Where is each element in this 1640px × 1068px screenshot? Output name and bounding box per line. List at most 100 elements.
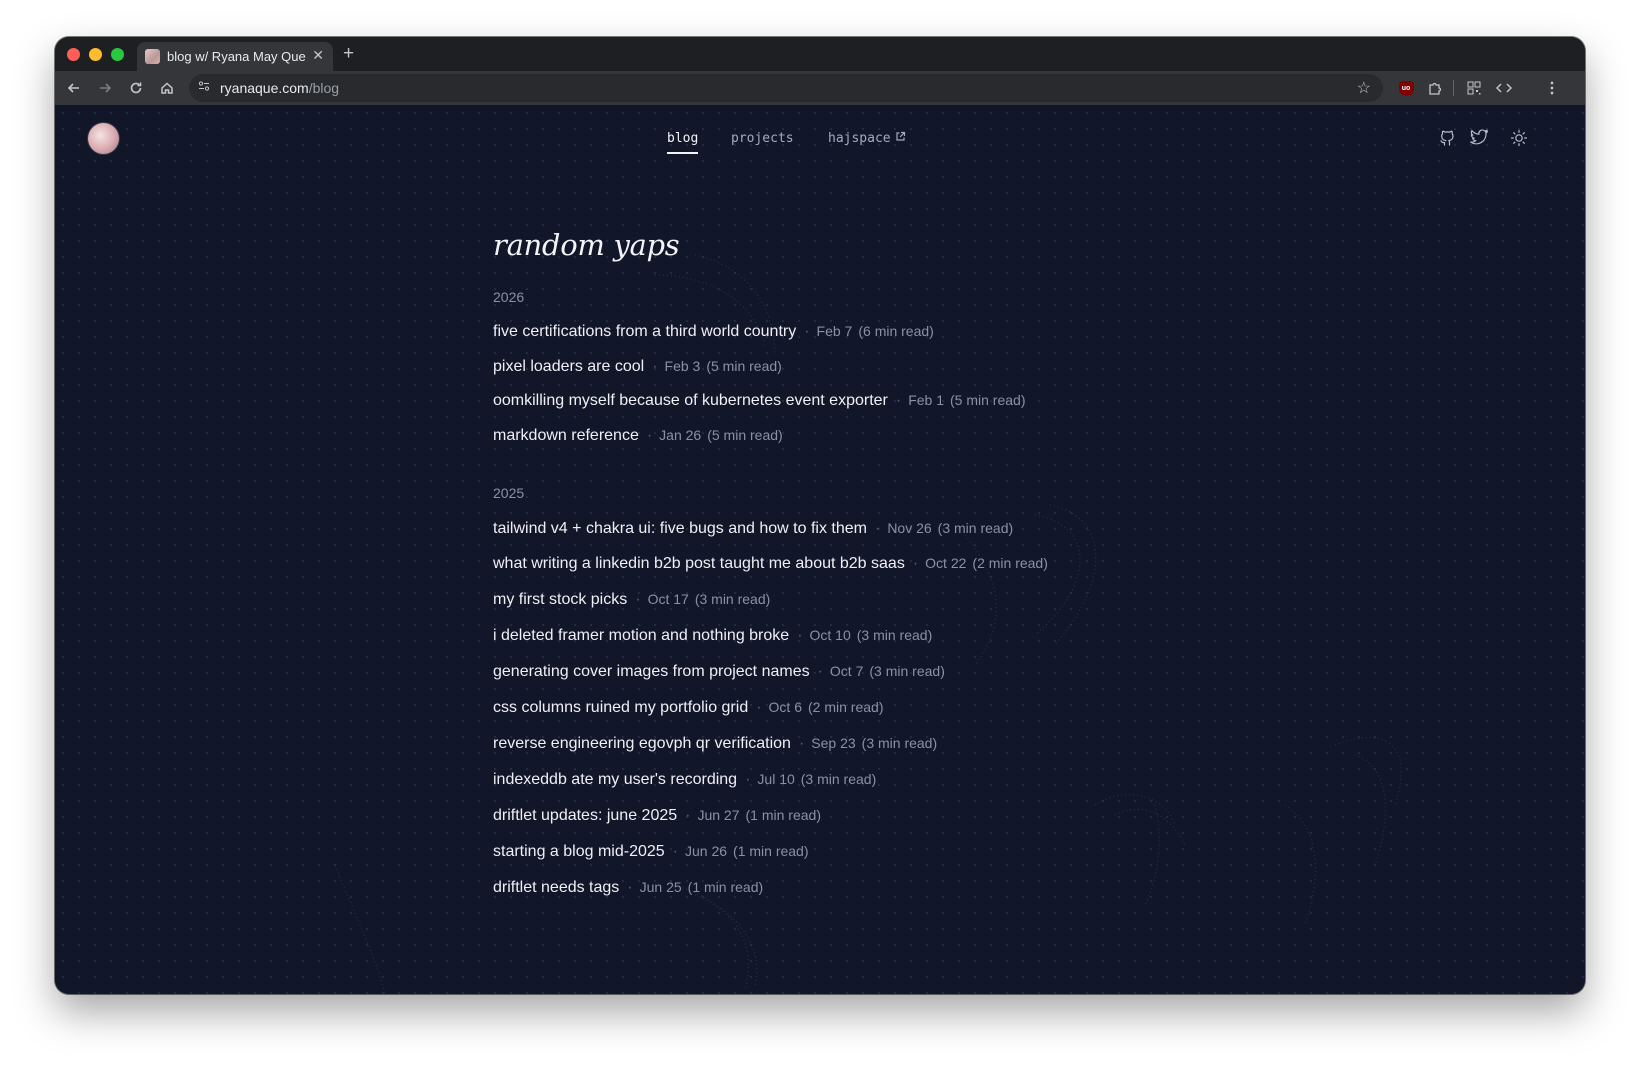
separator-dot: · xyxy=(912,555,919,572)
post-item[interactable]: pixel loaders are cool · Feb 3 (5 min read) xyxy=(493,356,782,377)
post-item[interactable]: starting a blog mid-2025 · Jun 26 (1 min re… xyxy=(493,841,809,862)
maximize-window-button[interactable] xyxy=(111,48,124,61)
forward-icon[interactable] xyxy=(92,71,118,105)
post-item[interactable]: css columns ruined my portfolio grid · Oct… xyxy=(493,697,883,718)
url-text: ryanaque.com/blog xyxy=(220,80,339,96)
page-viewport: blog projects hajspace random yaps 2026 … xyxy=(55,105,1585,994)
browser-toolbar: ryanaque.com/blog ☆ uo xyxy=(55,71,1585,105)
post-title[interactable]: tailwind v4 + chakra ui: five bugs and h… xyxy=(493,520,867,537)
browser-tab-active[interactable]: blog w/ Ryana May Que ✕ xyxy=(137,42,333,71)
url-host: ryanaque.com xyxy=(220,80,309,96)
post-read-time: (5 min read) xyxy=(707,427,783,443)
separator-dot: · xyxy=(756,699,762,716)
url-path: /blog xyxy=(308,80,340,96)
post-item[interactable]: what writing a linkedin b2b post taught … xyxy=(493,553,1048,574)
post-title[interactable]: driftlet updates: june 2025 xyxy=(493,807,677,824)
avatar[interactable] xyxy=(88,123,119,154)
nav-hajspace-label: hajspace xyxy=(828,131,891,146)
post-item[interactable]: my first stock picks · Oct 17 (3 min read) xyxy=(493,589,770,610)
nav-projects[interactable]: projects xyxy=(731,131,794,146)
post-title[interactable]: starting a blog mid-2025 xyxy=(493,843,665,860)
post-read-time: (5 min read) xyxy=(950,392,1026,408)
bookmark-star-icon[interactable]: ☆ xyxy=(1357,78,1371,98)
post-item[interactable]: five certifications from a third world c… xyxy=(493,321,934,342)
post-date: Jun 25 xyxy=(639,879,682,895)
post-read-time: (3 min read) xyxy=(694,591,771,607)
post-title[interactable]: generating cover images from project nam… xyxy=(493,663,810,680)
separator-dot: · xyxy=(652,358,658,375)
post-read-time: (3 min read) xyxy=(861,735,938,751)
post-item[interactable]: driftlet needs tags · Jun 25 (1 min read) xyxy=(493,877,763,898)
post-date: Jan 26 xyxy=(659,427,702,443)
browser-window: blog w/ Ryana May Que ✕ + ryanaque.com/b… xyxy=(55,37,1585,994)
post-title[interactable]: my first stock picks xyxy=(493,591,627,608)
address-bar[interactable]: ryanaque.com/blog ☆ xyxy=(189,74,1383,102)
post-item[interactable]: reverse engineering egovph qr verificati… xyxy=(493,733,937,754)
separator-dot: · xyxy=(635,591,641,608)
github-icon[interactable] xyxy=(1438,129,1458,149)
separator-dot: · xyxy=(646,427,653,444)
post-read-time: (2 min read) xyxy=(972,555,1048,571)
post-item[interactable]: markdown reference · Jan 26 (5 min read) xyxy=(493,425,783,446)
close-window-button[interactable] xyxy=(67,48,80,61)
post-title[interactable]: oomkilling myself because of kubernetes … xyxy=(493,392,888,409)
post-read-time: (2 min read) xyxy=(808,699,884,715)
nav-blog-label: blog xyxy=(667,131,699,146)
post-title[interactable]: five certifications from a third world c… xyxy=(493,323,796,340)
separator-dot: · xyxy=(672,843,678,860)
twitter-icon[interactable] xyxy=(1470,129,1490,149)
post-date: Feb 7 xyxy=(816,323,853,339)
qr-code-icon[interactable] xyxy=(1461,71,1487,105)
post-read-time: (6 min read) xyxy=(858,323,934,339)
nav-blog[interactable]: blog xyxy=(667,131,699,154)
separator-dot: · xyxy=(804,323,810,340)
nav-hajspace[interactable]: hajspace xyxy=(828,131,906,146)
nav-projects-label: projects xyxy=(731,131,794,146)
year-heading-2025: 2025 xyxy=(493,485,525,501)
post-date: Sep 23 xyxy=(811,735,856,751)
separator-dot: · xyxy=(895,392,902,409)
post-date: Jul 10 xyxy=(757,771,795,787)
post-item[interactable]: driftlet updates: june 2025 · Jun 27 (1 min… xyxy=(493,805,821,826)
post-title[interactable]: what writing a linkedin b2b post taught … xyxy=(493,555,905,572)
menu-icon[interactable] xyxy=(1539,71,1565,105)
post-title[interactable]: markdown reference xyxy=(493,427,639,444)
post-title[interactable]: i deleted framer motion and nothing brok… xyxy=(493,627,789,644)
page-title: random yaps xyxy=(493,228,680,262)
post-item[interactable]: indexeddb ate my user's recording · Jul 10… xyxy=(493,769,876,790)
post-item[interactable]: i deleted framer motion and nothing brok… xyxy=(493,625,932,646)
devtools-icon[interactable] xyxy=(1491,71,1517,105)
external-link-icon xyxy=(895,131,906,145)
theme-toggle-sun-icon[interactable] xyxy=(1510,129,1530,149)
home-icon[interactable] xyxy=(154,71,180,105)
post-date: Jun 27 xyxy=(697,807,740,823)
minimize-window-button[interactable] xyxy=(89,48,102,61)
post-item[interactable]: generating cover images from project nam… xyxy=(493,661,945,682)
post-read-time: (3 min read) xyxy=(800,771,877,787)
separator-dot: · xyxy=(627,879,633,896)
site-info-icon[interactable] xyxy=(198,80,210,95)
post-date: Jun 26 xyxy=(684,843,728,859)
separator-dot: · xyxy=(685,807,691,824)
close-icon[interactable]: ✕ xyxy=(312,47,324,64)
tab-strip: blog w/ Ryana May Que ✕ + xyxy=(55,37,1585,71)
ublock-icon[interactable]: uo xyxy=(1393,71,1419,105)
post-item[interactable]: oomkilling myself because of kubernetes … xyxy=(493,390,1025,411)
nav-active-underline xyxy=(667,152,699,154)
post-title[interactable]: pixel loaders are cool xyxy=(493,358,644,375)
post-date: Oct 10 xyxy=(809,627,851,643)
post-read-time: (3 min read) xyxy=(869,663,945,679)
decorative-background-sketch xyxy=(334,254,1402,994)
post-title[interactable]: driftlet needs tags xyxy=(493,879,619,896)
post-item[interactable]: tailwind v4 + chakra ui: five bugs and h… xyxy=(493,518,1013,539)
year-heading-2026: 2026 xyxy=(493,289,525,305)
post-title[interactable]: indexeddb ate my user's recording xyxy=(493,771,737,788)
post-date: Oct 17 xyxy=(647,591,689,607)
extensions-icon[interactable] xyxy=(1422,71,1448,105)
back-icon[interactable] xyxy=(61,71,87,105)
reload-icon[interactable] xyxy=(123,71,149,105)
post-date: Oct 6 xyxy=(768,699,803,715)
post-title[interactable]: reverse engineering egovph qr verificati… xyxy=(493,735,791,752)
post-title[interactable]: css columns ruined my portfolio grid xyxy=(493,699,748,716)
plus-icon[interactable]: + xyxy=(343,43,354,65)
